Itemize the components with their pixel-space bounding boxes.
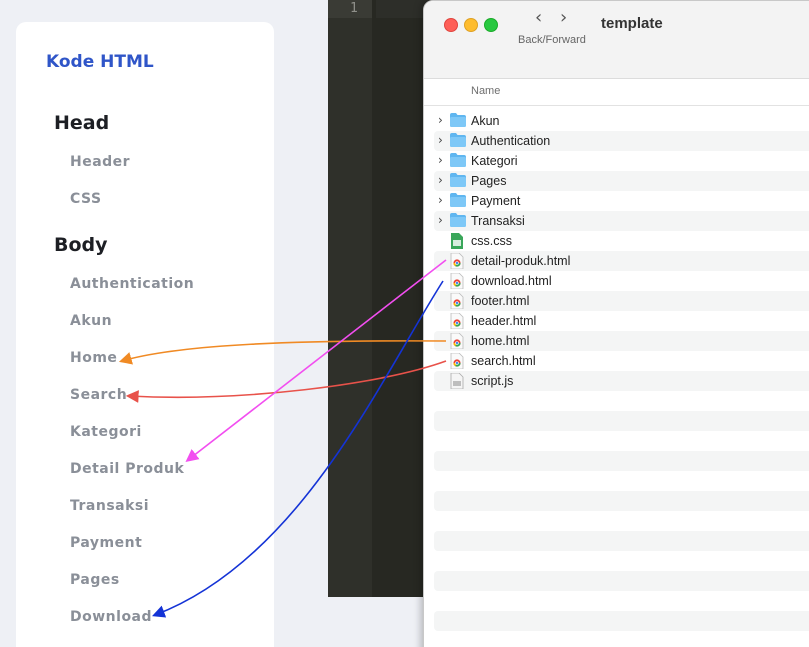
empty-row-stripe (434, 611, 809, 631)
file-row[interactable]: home.html (434, 331, 809, 351)
window-title: template (601, 15, 663, 32)
file-name: search.html (471, 354, 536, 368)
folder-icon (450, 173, 466, 189)
file-name: Akun (471, 114, 500, 128)
file-name: download.html (471, 274, 552, 288)
html-file-icon (450, 352, 466, 370)
folder-icon (450, 193, 466, 209)
sidebar-item-authentication[interactable]: Authentication (70, 276, 194, 292)
html-file-icon (450, 292, 466, 310)
html-file-icon (450, 252, 466, 270)
file-name: script.js (471, 374, 514, 388)
expand-chevron-icon[interactable]: › (438, 213, 443, 227)
empty-row-stripe (434, 571, 809, 591)
file-name: Pages (471, 174, 507, 188)
file-name: home.html (471, 334, 530, 348)
sidebar-item-pages[interactable]: Pages (70, 572, 120, 588)
sidebar-item-payment[interactable]: Payment (70, 535, 142, 551)
file-row[interactable]: search.html (434, 351, 809, 371)
folder-icon (450, 153, 466, 169)
file-row[interactable]: download.html (434, 271, 809, 291)
code-editor[interactable]: 1 (328, 0, 438, 597)
file-row[interactable]: footer.html (434, 291, 809, 311)
close-button[interactable] (444, 18, 458, 32)
line-number: 1 (350, 1, 358, 16)
brand-title[interactable]: Kode HTML (46, 52, 154, 72)
section-head-title: Head (54, 112, 110, 134)
sidebar-item-search[interactable]: Search (70, 387, 127, 403)
file-name: Transaksi (471, 214, 525, 228)
sidebar-item-transaksi[interactable]: Transaksi (70, 498, 149, 514)
file-row[interactable]: › Akun (434, 111, 809, 131)
folder-icon (450, 113, 466, 129)
sidebar-item-css[interactable]: CSS (70, 191, 102, 207)
sidebar-item-akun[interactable]: Akun (70, 313, 112, 329)
sidebar-item-header[interactable]: Header (70, 154, 130, 170)
sidebar-nav: Kode HTML Head Header CSS Body Authentic… (16, 22, 274, 647)
html-file-icon (450, 312, 466, 330)
forward-chevron-icon[interactable]: › (560, 7, 567, 28)
column-name-label: Name (471, 85, 501, 97)
folder-icon (450, 213, 466, 229)
file-row[interactable]: script.js (434, 371, 809, 391)
screen: Kode HTML Head Header CSS Body Authentic… (0, 0, 809, 647)
file-row[interactable]: › Kategori (434, 151, 809, 171)
css-file-icon (450, 233, 466, 249)
finder-titlebar: ‹ › Back/Forward template (424, 1, 809, 79)
file-row[interactable]: › Payment (434, 191, 809, 211)
expand-chevron-icon[interactable]: › (438, 113, 443, 127)
file-row[interactable]: › Authentication (434, 131, 809, 151)
file-name: detail-produk.html (471, 254, 571, 268)
html-file-icon (450, 272, 466, 290)
sidebar-item-home[interactable]: Home (70, 350, 117, 366)
expand-chevron-icon[interactable]: › (438, 133, 443, 147)
sidebar-item-download[interactable]: Download (70, 609, 152, 625)
js-file-icon (450, 372, 466, 390)
section-body-title: Body (54, 234, 108, 256)
file-row[interactable]: detail-produk.html (434, 251, 809, 271)
folder-icon (450, 133, 466, 149)
file-name: footer.html (471, 294, 530, 308)
expand-chevron-icon[interactable]: › (438, 153, 443, 167)
file-name: css.css (471, 234, 512, 248)
column-header-name[interactable]: Name (424, 79, 809, 106)
sidebar-item-kategori[interactable]: Kategori (70, 424, 142, 440)
sidebar-item-detail-produk[interactable]: Detail Produk (70, 461, 184, 477)
empty-row-stripe (434, 411, 809, 431)
file-name: header.html (471, 314, 537, 328)
empty-row-stripe (434, 451, 809, 471)
finder-window: ‹ › Back/Forward template Name › Akun › Aut… (423, 0, 809, 647)
file-row[interactable]: › Pages (434, 171, 809, 191)
file-name: Kategori (471, 154, 518, 168)
file-row[interactable]: › Transaksi (434, 211, 809, 231)
file-row[interactable]: header.html (434, 311, 809, 331)
zoom-button[interactable] (484, 18, 498, 32)
minimize-button[interactable] (464, 18, 478, 32)
editor-gutter (328, 0, 372, 597)
empty-row-stripe (434, 531, 809, 551)
back-chevron-icon[interactable]: ‹ (535, 7, 542, 28)
html-file-icon (450, 332, 466, 350)
empty-row-stripe (434, 491, 809, 511)
file-row[interactable]: css.css (434, 231, 809, 251)
file-name: Payment (471, 194, 521, 208)
expand-chevron-icon[interactable]: › (438, 193, 443, 207)
expand-chevron-icon[interactable]: › (438, 173, 443, 187)
file-name: Authentication (471, 134, 551, 148)
back-forward-label: Back/Forward (518, 34, 586, 46)
